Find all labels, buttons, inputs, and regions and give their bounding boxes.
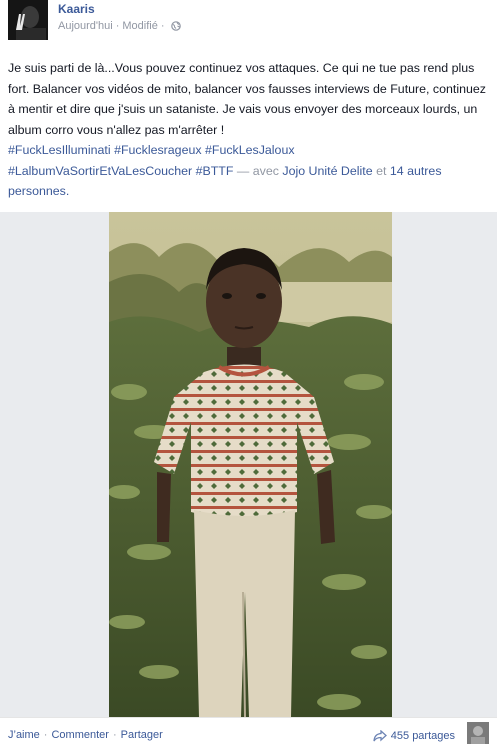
with-label: — avec <box>236 163 279 178</box>
share-count[interactable]: 455 partages <box>391 730 455 742</box>
comment-button[interactable]: Commenter <box>51 729 108 741</box>
hashtag[interactable]: #BTTF <box>196 164 234 178</box>
post-timestamp[interactable]: Aujourd'hui <box>58 20 113 32</box>
share-count-area[interactable]: 455 partages <box>373 722 489 744</box>
edited-label[interactable]: Modifié <box>122 20 157 32</box>
post-header: Kaaris Aujourd'hui · Modifié · <box>0 0 497 46</box>
photo-container <box>0 212 497 717</box>
share-icon <box>373 730 387 742</box>
post-body: Je suis parti de là...Vous pouvez contin… <box>8 58 490 202</box>
post-actions-bar: J’aime · Commenter · Partager 455 partag… <box>0 717 497 746</box>
author-name[interactable]: Kaaris <box>58 2 95 16</box>
hashtag[interactable]: #FuckLesJaloux <box>205 143 295 157</box>
globe-icon[interactable] <box>170 21 181 31</box>
action-separator: · <box>43 729 48 741</box>
share-button[interactable]: Partager <box>121 729 163 741</box>
post-actions: J’aime · Commenter · Partager <box>8 729 163 741</box>
hashtag[interactable]: #Fucklesrageux <box>114 143 201 157</box>
post-meta: Aujourd'hui · Modifié · <box>58 20 181 32</box>
author-avatar[interactable] <box>8 0 48 40</box>
tagged-person-link[interactable]: Jojo Unité Delite <box>282 164 372 178</box>
post-photo[interactable] <box>109 212 392 717</box>
meta-separator: · <box>160 20 165 32</box>
like-button[interactable]: J’aime <box>8 729 40 741</box>
meta-separator: · <box>115 20 120 32</box>
hashtag[interactable]: #LalbumVaSortirEtVaLesCoucher <box>8 164 192 178</box>
action-separator: · <box>112 729 117 741</box>
viewer-avatar[interactable] <box>467 722 489 744</box>
and-label: et <box>376 163 387 178</box>
hashtag[interactable]: #FuckLesIlluminati <box>8 143 111 157</box>
post-message: Je suis parti de là...Vous pouvez contin… <box>8 61 486 137</box>
